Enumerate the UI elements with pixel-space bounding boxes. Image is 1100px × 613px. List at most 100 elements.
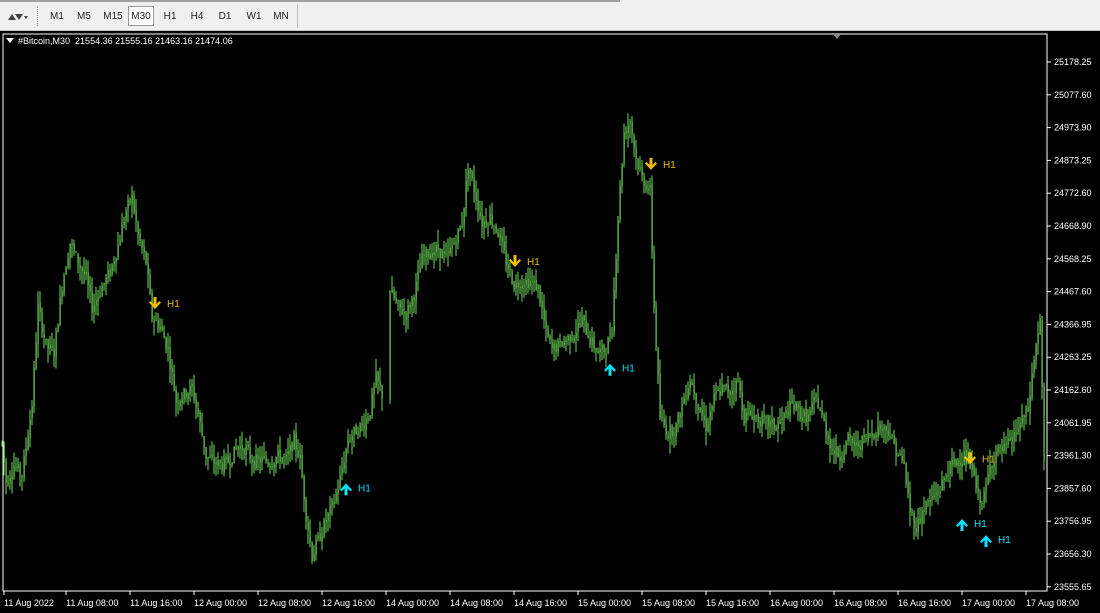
candle-body: [525, 279, 527, 285]
candle-body: [283, 456, 285, 458]
candle-body: [99, 295, 101, 297]
candle-body: [339, 475, 341, 488]
arrows-icon[interactable]: [4, 8, 30, 26]
candle-body: [661, 417, 663, 419]
candle-body: [545, 320, 547, 328]
symbol-name: #Bitcoin,M30: [18, 36, 71, 46]
candle-body: [741, 392, 743, 411]
candle-body: [365, 418, 367, 431]
signal-label: H1: [974, 519, 987, 530]
candle-body: [469, 168, 471, 174]
timeframe-button-m15[interactable]: M15: [100, 6, 126, 26]
x-tick-label: 17 Aug 08:00: [1026, 598, 1079, 608]
candle-body: [915, 528, 917, 533]
candle-body: [399, 300, 401, 308]
candle-body: [297, 450, 299, 457]
candle-body: [643, 176, 645, 186]
timeframe-button-m1[interactable]: M1: [44, 6, 70, 26]
candle-body: [47, 339, 49, 349]
chart-shift-marker-icon[interactable]: [832, 33, 842, 39]
candle-body: [93, 304, 95, 313]
candle-body: [115, 258, 117, 263]
candle-body: [779, 421, 781, 425]
candle-body: [179, 401, 181, 406]
candle-body: [793, 404, 795, 410]
candle-body: [361, 423, 363, 425]
candle-body: [375, 372, 377, 387]
candle-body: [1007, 438, 1009, 446]
candle-body: [311, 542, 313, 562]
candle-body: [669, 426, 671, 440]
chart-canvas[interactable]: 25178.25 25077.60 24973.90 24873.25 24772.60…: [0, 31, 1100, 613]
timeframe-button-w1[interactable]: W1: [241, 6, 267, 26]
candle-body: [331, 500, 333, 505]
x-tick-label: 14 Aug 00:00: [386, 598, 439, 608]
y-tick-label: 24162.60: [1054, 385, 1092, 395]
candle-body: [947, 475, 949, 477]
candle-body: [521, 285, 523, 289]
candle-body: [923, 510, 925, 512]
candle-body: [195, 399, 197, 407]
candle-body: [59, 297, 61, 325]
collapse-triangle-icon[interactable]: [6, 38, 14, 43]
timeframe-button-h1[interactable]: H1: [157, 6, 183, 26]
candle-body: [431, 252, 433, 258]
price-chart[interactable]: 25178.25 25077.60 24973.90 24873.25 24772.60…: [0, 31, 1100, 613]
candle-body: [985, 485, 987, 492]
candle-body: [791, 400, 793, 403]
candle-body: [589, 338, 591, 345]
candle-body: [193, 386, 195, 400]
y-tick-label: 24568.25: [1054, 254, 1092, 264]
candle-body: [395, 298, 397, 302]
candle-body: [919, 518, 921, 523]
x-tick-label: 14 Aug 08:00: [450, 598, 503, 608]
y-tick-label: 23656.30: [1054, 549, 1092, 559]
candle-body: [879, 424, 881, 430]
timeframe-button-m5[interactable]: M5: [71, 6, 97, 26]
signal-arrow-down-icon: [645, 157, 657, 170]
candle-body: [401, 308, 403, 314]
candle-body: [877, 426, 879, 437]
candle-body: [503, 240, 505, 251]
timeframe-button-mn[interactable]: MN: [268, 6, 294, 26]
candle-body: [811, 402, 813, 411]
candle-body: [497, 233, 499, 237]
timeframe-button-h4[interactable]: H4: [184, 6, 210, 26]
candle-body: [29, 419, 31, 439]
timeframe-button-d1[interactable]: D1: [212, 6, 238, 26]
y-tick-label: 25178.25: [1054, 57, 1092, 67]
signal-arrow-up-icon: [340, 483, 352, 496]
candle-body: [515, 281, 517, 289]
candle-body: [647, 188, 649, 190]
candle-body: [49, 344, 51, 349]
candle-body: [577, 323, 579, 331]
candle-body: [717, 390, 719, 392]
candle-body: [597, 351, 599, 354]
candle-body: [143, 246, 145, 253]
candle-body: [837, 447, 839, 457]
x-tick-label: 11 Aug 2022: [4, 598, 54, 608]
candle-body: [869, 434, 871, 436]
candle-body: [119, 240, 121, 246]
candle-body: [781, 417, 783, 421]
candle-body: [159, 326, 161, 330]
candle-body: [487, 224, 489, 226]
candle-body: [369, 415, 371, 418]
candle-body: [537, 284, 539, 290]
candle-body: [103, 283, 105, 286]
candle-body: [773, 418, 775, 430]
toolbar-grip[interactable]: [37, 6, 41, 26]
candle-body: [749, 410, 751, 416]
timeframe-button-m30[interactable]: M30: [128, 6, 154, 26]
candle-body: [785, 410, 787, 414]
candle-body: [351, 436, 353, 441]
candle-body: [133, 195, 135, 213]
candle-body: [951, 459, 953, 465]
signal-label: H1: [358, 483, 371, 494]
candle-body: [949, 461, 951, 474]
candle-body: [567, 335, 569, 341]
candle-body: [335, 492, 337, 502]
candle-body: [833, 449, 835, 454]
signal-arrow-down-icon: [149, 297, 161, 310]
candle-body: [1009, 437, 1011, 441]
